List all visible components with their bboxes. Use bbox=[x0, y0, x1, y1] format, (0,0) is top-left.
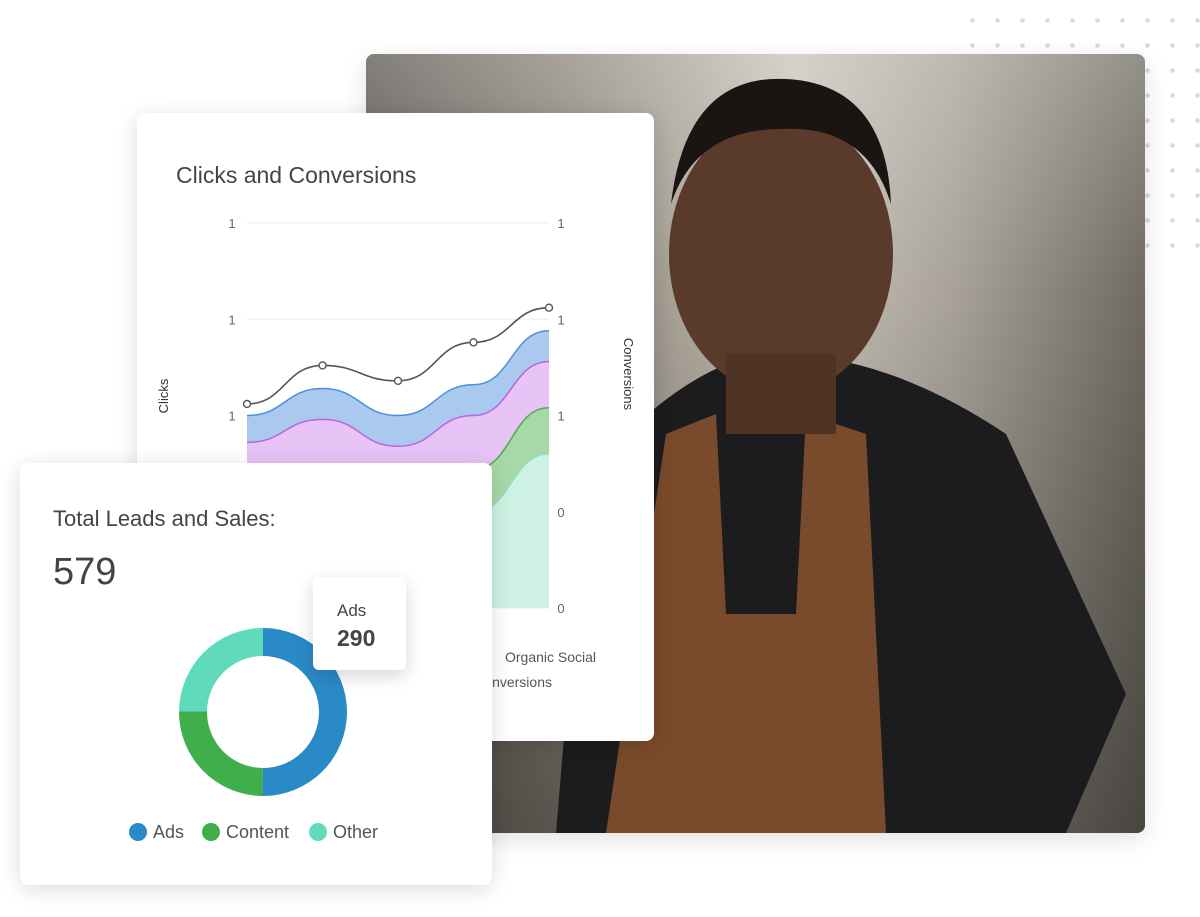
legend-label-other: Other bbox=[333, 822, 378, 842]
legend-dot-content bbox=[202, 823, 220, 841]
tooltip-value: 290 bbox=[337, 625, 376, 651]
legend-label-ads: Ads bbox=[153, 822, 184, 842]
donut-slice-content bbox=[178, 711, 263, 796]
legend-dot-other bbox=[309, 823, 327, 841]
donut-tooltip: Ads 290 bbox=[313, 577, 406, 670]
legend-label-content: Content bbox=[226, 822, 289, 842]
legend-dot-ads bbox=[129, 823, 147, 841]
leads-donut-chart: Ads Content Other bbox=[129, 628, 378, 842]
donut-slice-other bbox=[179, 628, 263, 712]
tooltip-label: Ads bbox=[337, 601, 367, 620]
